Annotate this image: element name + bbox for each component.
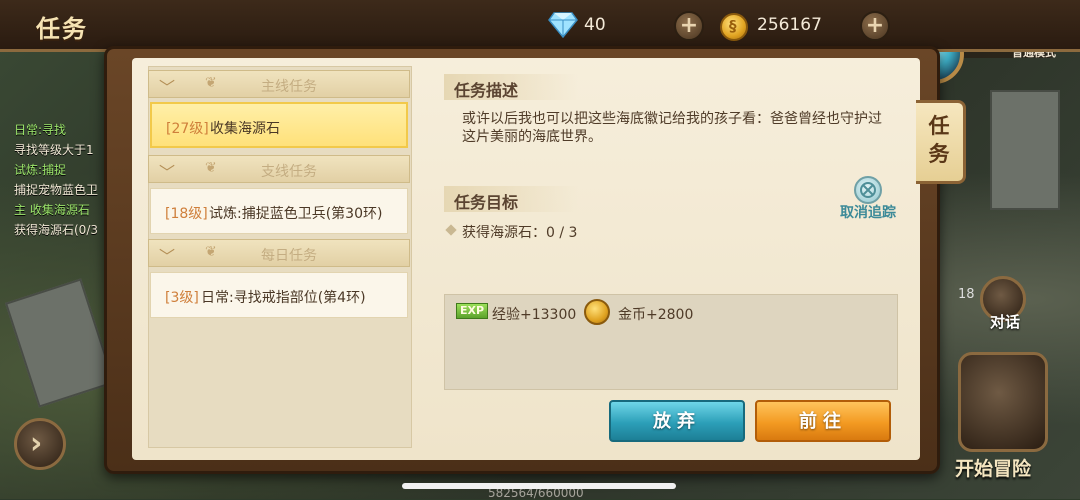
quest-category-label: 每日任务 — [261, 248, 317, 264]
start-adventure-button[interactable] — [958, 352, 1048, 452]
world-stone-block — [990, 90, 1060, 210]
gold-count: 256167 — [757, 15, 822, 35]
description-header: 任务描述 — [444, 74, 578, 100]
page-title: 任务 — [36, 15, 88, 43]
quest-goal: 获得海源石：0 / 3 — [462, 225, 578, 241]
exp-icon: EXP — [456, 303, 488, 319]
quest-name: 收集海源石 — [210, 121, 280, 137]
add-diamonds-button[interactable]: + — [674, 11, 704, 41]
add-gold-button[interactable]: + — [860, 11, 890, 41]
untrack-button[interactable]: 取消追踪 — [836, 176, 900, 222]
untrack-label: 取消追踪 — [840, 205, 896, 221]
goal-title: 任务目标 — [454, 193, 519, 212]
home-indicator[interactable] — [402, 483, 676, 489]
quest-level: [3级] — [165, 290, 199, 306]
quest-list-item[interactable]: [27级] 收集海源石 — [150, 102, 408, 148]
go-button[interactable]: 前往 — [755, 400, 891, 442]
start-adventure-label: 开始冒险 — [955, 458, 1032, 480]
quest-name: 试炼:捕捉蓝色卫兵(第30环) — [209, 206, 383, 222]
quest-category-header[interactable]: ﹀ ❦ 每日任务 — [148, 239, 410, 267]
exp-reward: 经验+13300 — [492, 307, 577, 323]
chat-count: 18 — [958, 287, 975, 302]
quest-name: 日常:寻找戒指部位(第4环) — [201, 290, 366, 306]
quest-category-label: 主线任务 — [261, 79, 317, 95]
abandon-button[interactable]: 放弃 — [609, 400, 745, 442]
quest-category-header[interactable]: ﹀ ❦ 主线任务 — [148, 70, 410, 98]
diamond-icon — [548, 12, 578, 38]
talk-label: 对话 — [990, 313, 1021, 331]
quest-list-item[interactable]: [3级] 日常:寻找戒指部位(第4环) — [150, 272, 408, 318]
target-icon — [854, 176, 882, 204]
quest-category-label: 支线任务 — [261, 164, 317, 180]
description-title: 任务描述 — [454, 81, 519, 100]
diamond-count: 40 — [584, 15, 606, 35]
quest-description: 或许以后我也可以把这些海底徽记给我的孩子看：爸爸曾经也守护过这片美丽的海底世界。 — [462, 111, 882, 145]
quest-category-header[interactable]: ﹀ ❦ 支线任务 — [148, 155, 410, 183]
quest-level: [18级] — [165, 206, 208, 222]
top-bar — [0, 0, 1080, 52]
goal-header: 任务目标 — [444, 186, 578, 212]
gold-coin-icon — [584, 299, 610, 325]
expand-arrow-button[interactable]: › — [14, 418, 66, 470]
gold-coin-icon — [720, 13, 748, 41]
quest-list-item[interactable]: [18级] 试炼:捕捉蓝色卫兵(第30环) — [150, 188, 408, 234]
chevron-right-icon: › — [30, 426, 43, 461]
quest-level: [27级] — [166, 121, 209, 137]
gold-reward: 金币+2800 — [618, 307, 694, 323]
tab-quests-label: 任务 — [928, 114, 950, 166]
